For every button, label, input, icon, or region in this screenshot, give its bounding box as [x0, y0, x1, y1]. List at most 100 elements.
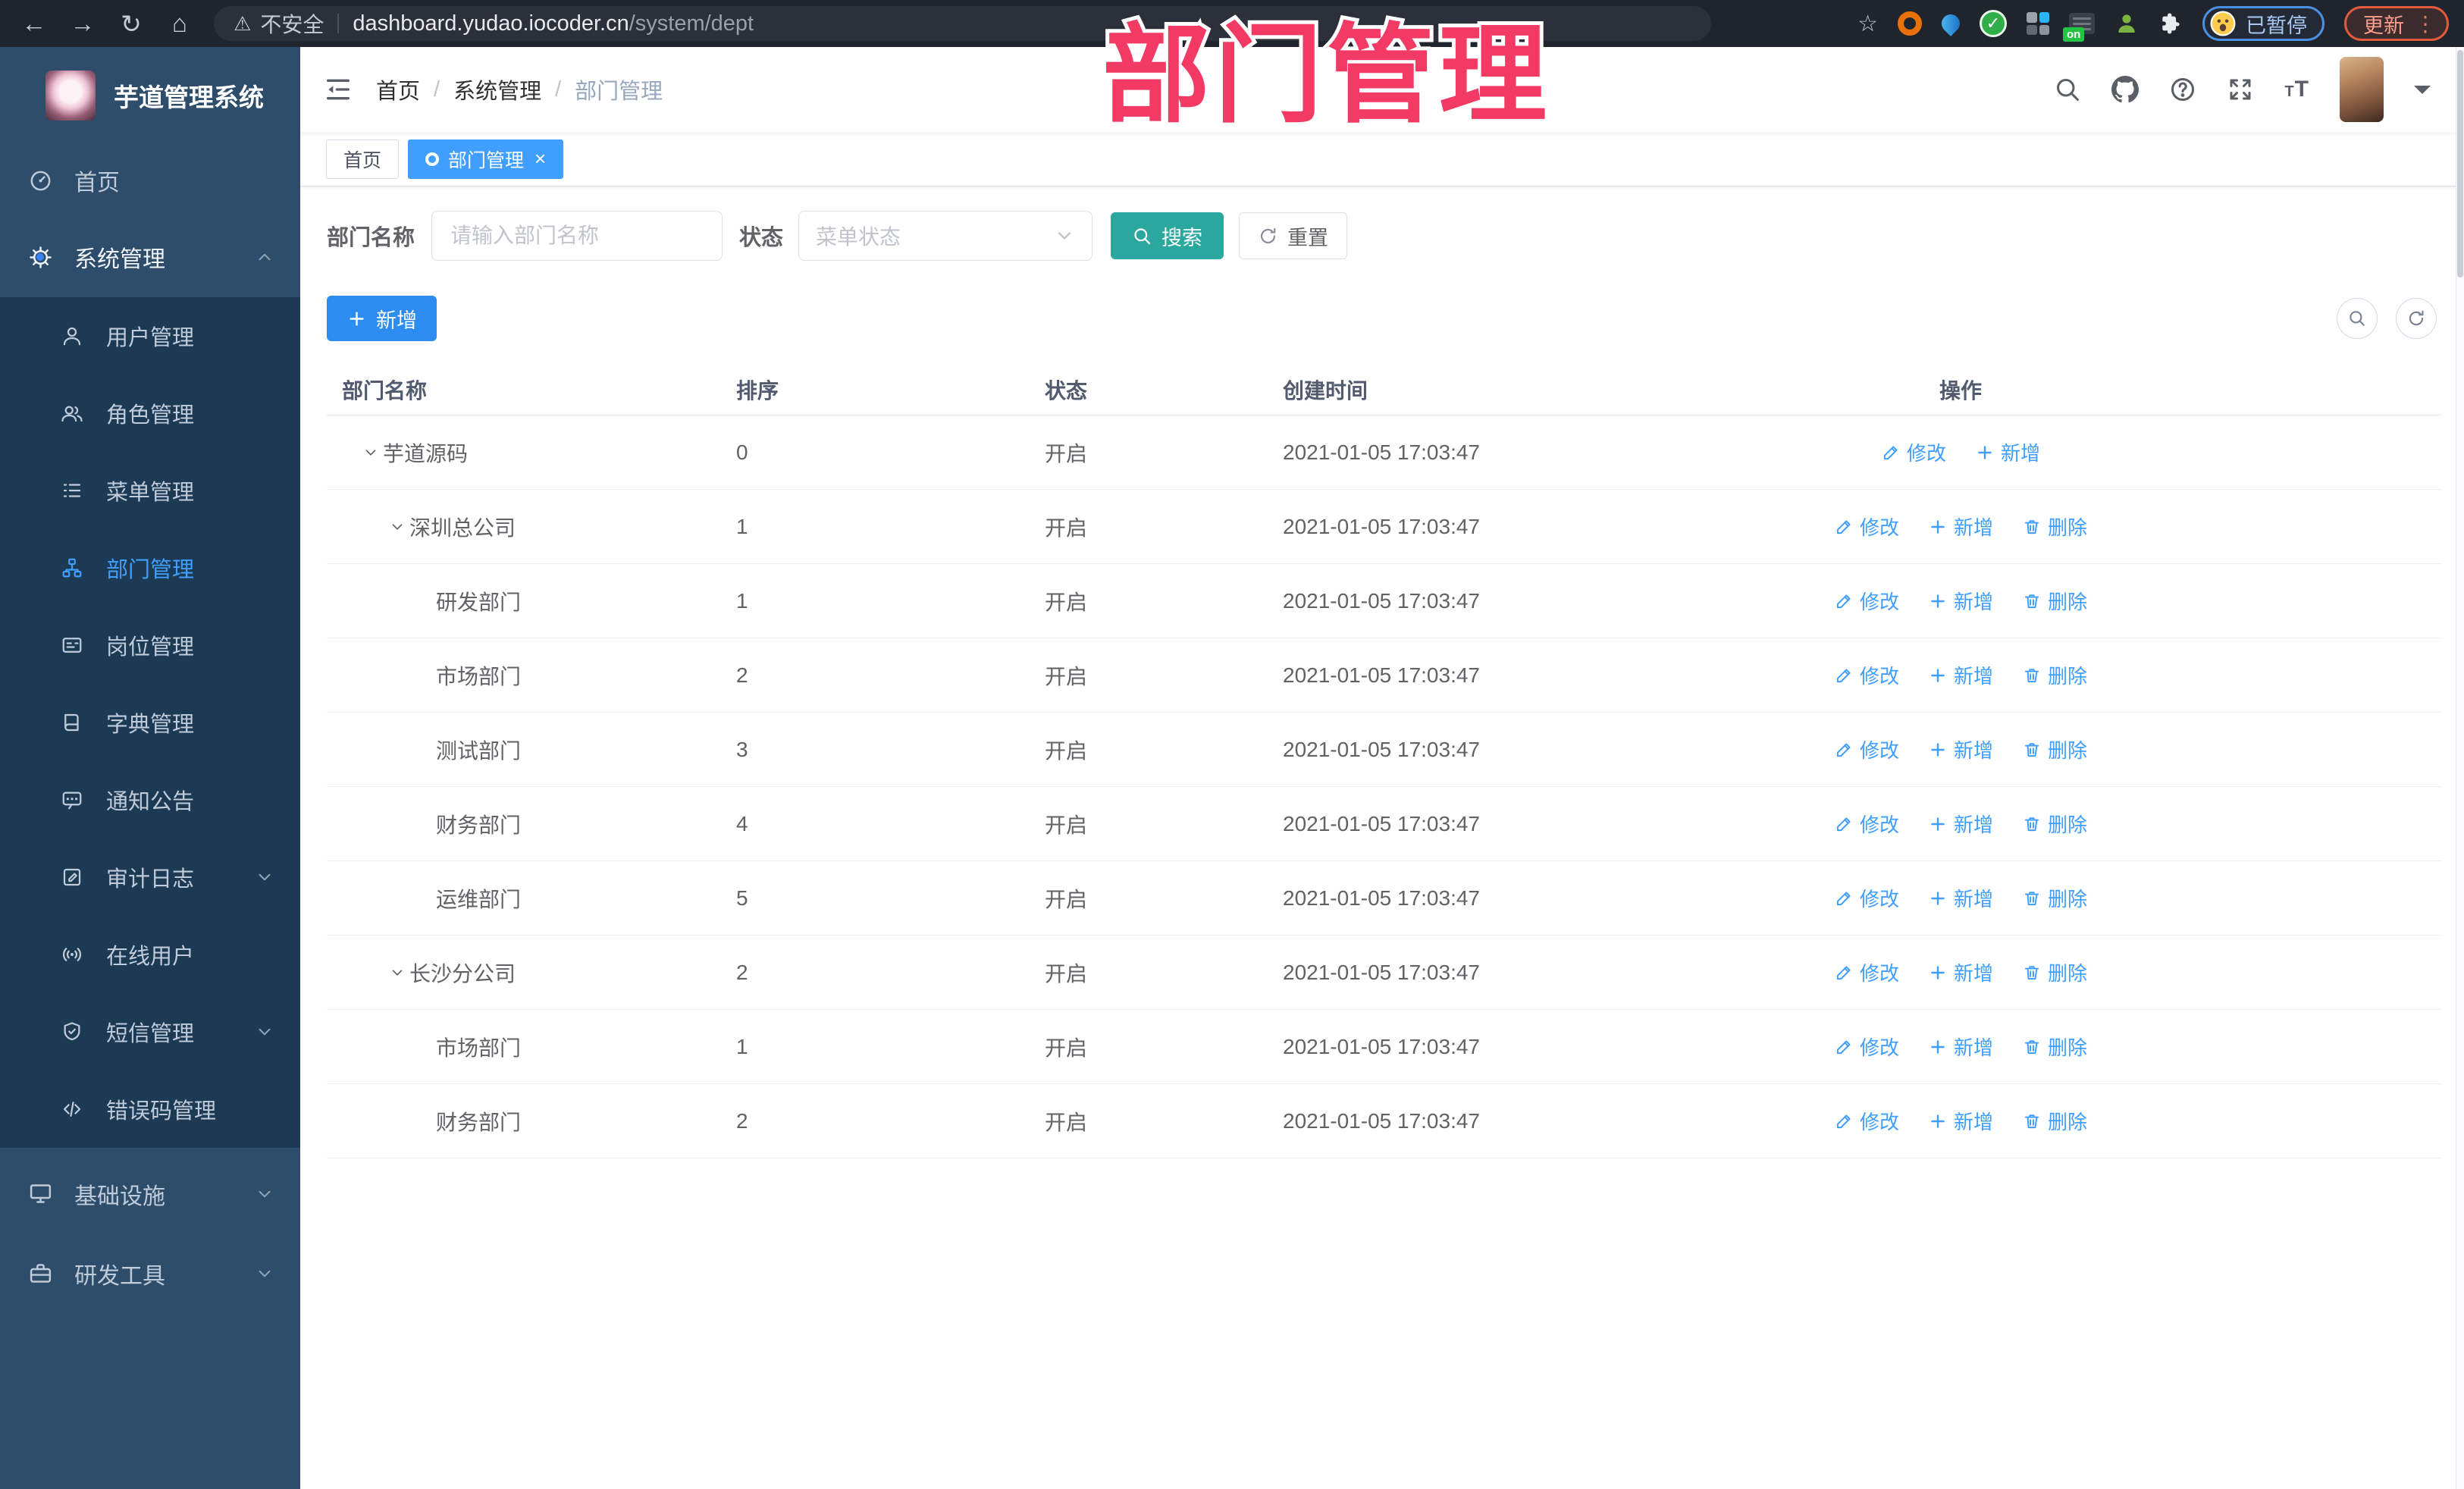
chevron-down-icon — [255, 867, 274, 887]
row-action-add[interactable]: 新增 — [1928, 1033, 1993, 1061]
refresh-table-icon[interactable] — [2396, 298, 2437, 339]
row-action-delete[interactable]: 删除 — [2022, 1033, 2087, 1061]
row-action-add[interactable]: 新增 — [1928, 958, 1993, 986]
browser-update-button[interactable]: 更新 ⋮ — [2344, 6, 2449, 41]
row-action-add[interactable]: 新增 — [1928, 735, 1993, 763]
more-menu-dots-icon[interactable]: ⋮ — [2415, 11, 2436, 36]
menu-list-icon — [58, 479, 86, 502]
sidebar-item-home[interactable]: 首页 — [0, 144, 300, 217]
row-action-delete[interactable]: 删除 — [2022, 958, 2087, 986]
dept-name-label: 部门名称 — [327, 226, 415, 250]
sidebar-item-system[interactable]: 系统管理 — [0, 217, 300, 297]
expand-toggle-icon[interactable] — [385, 519, 409, 535]
scrollbar-track[interactable] — [2456, 47, 2464, 1489]
monitor-icon — [26, 1181, 55, 1206]
row-action-edit[interactable]: 修改 — [1834, 1033, 1899, 1061]
sidebar-collapse-icon[interactable] — [323, 74, 353, 105]
row-action-edit[interactable]: 修改 — [1881, 438, 1946, 466]
avatar-caret-down-icon[interactable] — [2414, 86, 2431, 102]
sidebar-item-sms[interactable]: 短信管理 — [0, 993, 300, 1071]
row-action-delete[interactable]: 删除 — [2022, 1107, 2087, 1135]
row-action-edit[interactable]: 修改 — [1834, 810, 1899, 838]
reset-button[interactable]: 重置 — [1239, 212, 1348, 259]
row-action-add[interactable]: 新增 — [1975, 438, 2040, 466]
extension-list-on-icon[interactable]: on — [2063, 13, 2095, 42]
row-action-edit[interactable]: 修改 — [1834, 735, 1899, 763]
row-action-edit[interactable]: 修改 — [1834, 587, 1899, 615]
sidebar-item-menu[interactable]: 菜单管理 — [0, 452, 300, 529]
expand-toggle-icon[interactable] — [359, 444, 383, 461]
plus-icon — [1928, 591, 1948, 611]
row-action-delete[interactable]: 删除 — [2022, 513, 2087, 541]
sidebar-item-dept[interactable]: 部门管理 — [0, 529, 300, 607]
row-action-edit[interactable]: 修改 — [1834, 958, 1899, 986]
extension-location-drop-icon[interactable] — [1938, 11, 1964, 36]
help-question-icon[interactable] — [2169, 76, 2196, 103]
browser-forward-icon[interactable]: → — [64, 6, 102, 41]
browser-back-icon[interactable]: ← — [15, 6, 53, 41]
extension-orange-ring-icon[interactable] — [1898, 11, 1922, 36]
user-avatar[interactable] — [2340, 57, 2384, 122]
page-content: 部门名称 状态 菜单状态 搜索 — [300, 187, 2464, 1489]
sidebar-item-user[interactable]: 用户管理 — [0, 297, 300, 375]
extension-grid-icon[interactable] — [2027, 12, 2049, 35]
row-action-edit[interactable]: 修改 — [1834, 884, 1899, 912]
users-icon — [58, 402, 86, 425]
sidebar-item-notice[interactable]: 通知公告 — [0, 761, 300, 839]
font-size-icon[interactable]: TT — [2284, 77, 2309, 102]
row-action-add[interactable]: 新增 — [1928, 884, 1993, 912]
sidebar-item-online-user[interactable]: 在线用户 — [0, 916, 300, 993]
header-search-icon[interactable] — [2054, 76, 2081, 103]
extension-green-check-icon[interactable]: ✓ — [1980, 10, 2007, 37]
scrollbar-thumb[interactable] — [2457, 50, 2463, 277]
row-action-add[interactable]: 新增 — [1928, 513, 1993, 541]
row-action-delete[interactable]: 删除 — [2022, 661, 2087, 689]
sidebar-item-role[interactable]: 角色管理 — [0, 375, 300, 452]
cell-dept-name: 财务部门 — [436, 1110, 522, 1134]
chevron-down-icon — [255, 1184, 274, 1204]
sidebar-logo[interactable]: 芋道管理系统 — [0, 47, 300, 144]
address-bar[interactable]: ⚠ 不安全 dashboard.yudao.iocoder.cn /system… — [214, 6, 1711, 41]
profile-paused-badge[interactable]: 已暂停 — [2202, 6, 2324, 41]
toggle-search-icon[interactable] — [2337, 298, 2378, 339]
tab-home[interactable]: 首页 — [326, 139, 400, 179]
sidebar-item-dict[interactable]: 字典管理 — [0, 684, 300, 761]
cell-actions: 修改 新增 删除 — [1745, 884, 2177, 912]
status-select[interactable]: 菜单状态 — [798, 211, 1093, 261]
sidebar-item-audit-log[interactable]: 审计日志 — [0, 839, 300, 916]
breadcrumb-system[interactable]: 系统管理 — [453, 74, 541, 105]
sidebar-item-post[interactable]: 岗位管理 — [0, 607, 300, 684]
expand-toggle-icon[interactable] — [385, 964, 409, 981]
row-action-add[interactable]: 新增 — [1928, 810, 1993, 838]
cell-created: 2021-01-05 17:03:47 — [1283, 1108, 1480, 1133]
row-action-delete[interactable]: 删除 — [2022, 884, 2087, 912]
github-icon[interactable] — [2111, 76, 2140, 103]
sidebar-item-infra[interactable]: 基础设施 — [0, 1154, 300, 1234]
row-action-edit[interactable]: 修改 — [1834, 661, 1899, 689]
row-action-add[interactable]: 新增 — [1928, 587, 1993, 615]
fullscreen-icon[interactable] — [2227, 76, 2254, 103]
row-action-add[interactable]: 新增 — [1928, 661, 1993, 689]
browser-home-icon[interactable]: ⌂ — [161, 6, 199, 41]
search-button[interactable]: 搜索 — [1111, 212, 1224, 259]
bookmark-star-icon[interactable]: ☆ — [1857, 11, 1878, 37]
tab-dept-management[interactable]: 部门管理 × — [408, 139, 564, 179]
browser-reload-icon[interactable]: ↻ — [112, 6, 150, 41]
row-action-delete[interactable]: 删除 — [2022, 735, 2087, 763]
row-action-add[interactable]: 新增 — [1928, 1107, 1993, 1135]
extensions-puzzle-icon[interactable] — [2158, 11, 2183, 36]
dept-name-input[interactable] — [431, 211, 723, 261]
row-action-edit[interactable]: 修改 — [1834, 513, 1899, 541]
sidebar-item-dev-tools[interactable]: 研发工具 — [0, 1234, 300, 1313]
extension-green-user-icon[interactable] — [2114, 11, 2139, 36]
breadcrumb-home[interactable]: 首页 — [376, 74, 420, 105]
tab-close-icon[interactable]: × — [534, 147, 546, 171]
sidebar-item-error-code[interactable]: 错误码管理 — [0, 1071, 300, 1148]
update-button-label: 更新 — [2363, 14, 2404, 37]
add-button[interactable]: 新增 — [327, 296, 437, 341]
row-action-edit[interactable]: 修改 — [1834, 1107, 1899, 1135]
column-actions: 操作 — [1939, 378, 1982, 403]
security-label: 不安全 — [260, 13, 324, 36]
row-action-delete[interactable]: 删除 — [2022, 810, 2087, 838]
row-action-delete[interactable]: 删除 — [2022, 587, 2087, 615]
